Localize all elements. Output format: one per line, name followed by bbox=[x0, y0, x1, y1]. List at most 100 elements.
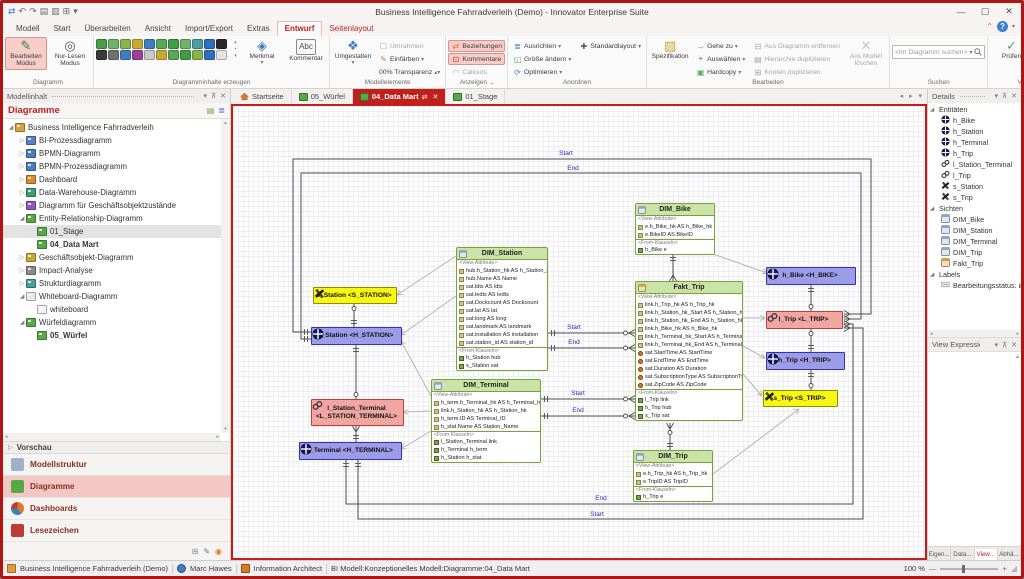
reference-line[interactable] bbox=[397, 256, 456, 295]
create-tool-icon-17[interactable] bbox=[156, 50, 167, 60]
standardlayout-button[interactable]: ✚ Standardlayout ▾ bbox=[576, 40, 644, 52]
details-tab-view-[interactable]: View... bbox=[975, 549, 998, 560]
print-icon[interactable]: ⊞ bbox=[63, 6, 71, 17]
view-box-dim_bike[interactable]: DIM_Bike<View-Attribute>e.h_Bike_hk AS h… bbox=[635, 203, 715, 255]
zoom-slider-thumb[interactable] bbox=[962, 565, 965, 573]
panel-dropdown-icon[interactable]: ▾ bbox=[203, 92, 207, 100]
tree-collapsed-icon[interactable]: ▷ bbox=[18, 202, 26, 209]
view-box-fakt_trip[interactable]: Fakt_Trip<View-Attribute>link.h_Trip_hk … bbox=[635, 281, 743, 421]
entity-node-l_station_terminal[interactable]: l_Station_Terminal <L_STATION_TERMINAL> bbox=[311, 399, 404, 426]
details-item-dim-terminal[interactable]: DIM_Terminal bbox=[928, 236, 1021, 247]
details-tab-data-[interactable]: Data... bbox=[951, 549, 974, 560]
create-tool-icon-18[interactable] bbox=[168, 50, 179, 60]
view-box-dim_terminal[interactable]: DIM_Terminal<View-Attribute>h_term.h_Ter… bbox=[431, 379, 541, 463]
details-item-s-station[interactable]: s_Station bbox=[928, 181, 1021, 192]
tree-collapsed-icon[interactable]: ▷ bbox=[18, 163, 26, 170]
viewer-close-icon[interactable]: ✕ bbox=[1011, 341, 1017, 349]
diagram-search-input[interactable]: <Im Diagramm suchen> ▾ bbox=[892, 45, 986, 59]
details-item-h-station[interactable]: h_Station bbox=[928, 126, 1021, 137]
viewer-pin-icon[interactable]: ⊼ bbox=[1002, 341, 1007, 349]
create-tool-icon-6[interactable] bbox=[156, 39, 167, 49]
reference-line[interactable] bbox=[401, 296, 456, 335]
sidebar-nav-diagramme[interactable]: Diagramme bbox=[3, 476, 230, 498]
undo-icon[interactable]: ↶ bbox=[19, 6, 27, 17]
umgestalten-button[interactable]: ❖ Umgestalten ▾ bbox=[332, 37, 374, 69]
document-tab-04-data-mart[interactable]: 04_Data Mart⇄✕ bbox=[353, 89, 446, 104]
create-tool-icon-10[interactable] bbox=[204, 39, 215, 49]
entity-node-l_trip[interactable]: l_Trip <L_TRIP> bbox=[766, 311, 843, 329]
tree-item-bpmn-diagramm[interactable]: ▷BPMN-Diagramm bbox=[3, 147, 230, 160]
vorschau-section-header[interactable]: ▷ Vorschau bbox=[3, 441, 230, 454]
bearbeiten-modus-button[interactable]: ✎ Bearbeiten Modus bbox=[5, 37, 47, 70]
create-tool-icon-9[interactable] bbox=[192, 39, 203, 49]
list-view-icon[interactable]: ≣ bbox=[218, 106, 225, 115]
details-item-h-trip[interactable]: h_Trip bbox=[928, 148, 1021, 159]
edit-icon[interactable]: ✎ bbox=[203, 547, 210, 556]
callouts-toggle[interactable]: ◠ Callouts bbox=[448, 66, 505, 78]
document-tab-01-stage[interactable]: 01_Stage bbox=[446, 89, 505, 104]
icon-grid-scrollbar[interactable]: ▴▪▾ bbox=[232, 37, 239, 59]
tree-expanded-icon[interactable]: ◢ bbox=[18, 319, 26, 326]
create-tool-icon-21[interactable] bbox=[204, 50, 215, 60]
details-tab-abh-[interactable]: Abhä... bbox=[998, 549, 1021, 560]
create-tool-icon-22[interactable] bbox=[216, 50, 227, 60]
tree-horizontal-scrollbar[interactable]: ◂▸ bbox=[3, 433, 221, 441]
details-tab-eigen-[interactable]: Eigen... bbox=[928, 549, 951, 560]
dialog-launcher-icon[interactable]: ⌐ bbox=[490, 78, 494, 88]
tree-item-04-data-mart[interactable]: 04_Data Mart bbox=[3, 238, 230, 251]
zoom-slider[interactable] bbox=[940, 568, 998, 570]
aus-modell-loeschen-button[interactable]: ✕ Aus Modell löschen bbox=[845, 37, 887, 70]
close-button[interactable]: ✕ bbox=[997, 4, 1021, 20]
status-user-name[interactable]: Marc Hawes bbox=[190, 564, 232, 573]
nur-lesen-modus-button[interactable]: ◎ Nur-Lesen Modus bbox=[49, 37, 91, 70]
create-tool-icon-5[interactable] bbox=[144, 39, 155, 49]
tree-collapsed-icon[interactable]: ▷ bbox=[18, 176, 26, 183]
maximize-button[interactable]: ▢ bbox=[973, 4, 997, 20]
panel-pin-icon[interactable]: ⊼ bbox=[211, 92, 216, 100]
ribbon-collapse-icon[interactable]: ⌃ bbox=[986, 22, 993, 31]
groesse-aendern-button[interactable]: ◱ Größe ändern ▾ bbox=[510, 53, 574, 65]
entity-node-h_bike[interactable]: h_Bike <H_BIKE> bbox=[766, 267, 856, 285]
ribbon-tab-import-export[interactable]: Import/Export bbox=[178, 22, 240, 36]
panel-close-icon[interactable]: ✕ bbox=[220, 92, 226, 100]
optimieren-button[interactable]: ⟳ Optimieren ▾ bbox=[510, 66, 574, 78]
details-horizontal-scrollbar[interactable]: ◂▸ bbox=[928, 330, 1021, 337]
user-presence-icon[interactable]: ◉ bbox=[215, 547, 222, 556]
umrahmen-checkbox[interactable]: ☐ Umrahmen bbox=[376, 40, 443, 52]
document-tab-startseite[interactable]: Startseite bbox=[233, 89, 292, 104]
tree-expanded-icon[interactable]: ◢ bbox=[7, 124, 15, 131]
details-dropdown-icon[interactable]: ▾ bbox=[994, 92, 998, 100]
tree-item-whiteboard[interactable]: whiteboard bbox=[3, 303, 230, 316]
details-item-bearbeitungsstatus-in-arb[interactable]: Bearbeitungsstatus: in Arb bbox=[928, 280, 1021, 291]
tree-item-bpmn-prozessdiagramm[interactable]: ▷BPMN-Prozessdiagramm bbox=[3, 160, 230, 173]
help-icon[interactable]: ? bbox=[997, 21, 1008, 32]
paste-icon[interactable]: ▥ bbox=[51, 6, 60, 17]
tree-item-gesch-ftsobjekt-diagramm[interactable]: ▷Geschäftsobjekt-Diagramm bbox=[3, 251, 230, 264]
sync-icon[interactable]: ⇄ bbox=[8, 6, 16, 17]
status-role[interactable]: Information Architect bbox=[254, 564, 322, 573]
tree-item-w-rfeldiagramm[interactable]: ◢Würfeldiagramm bbox=[3, 316, 230, 329]
details-section-sichten[interactable]: ◢Sichten bbox=[928, 203, 1021, 214]
entity-node-h_trip[interactable]: h_Trip <H_TRIP> bbox=[766, 352, 845, 370]
pruefen-button[interactable]: ✓ Prüfen bbox=[990, 37, 1021, 62]
copy-icon[interactable]: ▤ bbox=[40, 6, 49, 17]
create-tool-icon-2[interactable] bbox=[108, 39, 119, 49]
tree-expanded-icon[interactable]: ◢ bbox=[18, 215, 26, 222]
tree-item-dashboard[interactable]: ▷Dashboard bbox=[3, 173, 230, 186]
qat-more-icon[interactable]: ▾ bbox=[73, 6, 78, 17]
tree-collapsed-icon[interactable]: ▷ bbox=[18, 254, 26, 261]
tree-item-business-intelligence-fahrradverleih[interactable]: ◢Business Intelligence Fahrradverleih bbox=[3, 121, 230, 134]
details-item-l-trip[interactable]: l_Trip bbox=[928, 170, 1021, 181]
zoom-out-button[interactable]: — bbox=[929, 564, 937, 573]
ausrichten-button[interactable]: ≣ Ausrichten ▾ bbox=[510, 40, 574, 52]
relationship-connector[interactable] bbox=[293, 159, 871, 332]
entity-node-s_trip[interactable]: s_Trip <S_TRIP> bbox=[763, 390, 838, 407]
tree-collapsed-icon[interactable]: ▷ bbox=[18, 280, 26, 287]
tab-close-icon[interactable]: ✕ bbox=[432, 93, 438, 101]
hierarchie-duplizieren-button[interactable]: ▤ Hierarchie duplizieren bbox=[750, 53, 843, 65]
aus-diagramm-entfernen-button[interactable]: ⊟ Aus Diagramm entfernen bbox=[750, 40, 843, 52]
tree-expanded-icon[interactable]: ◢ bbox=[18, 293, 26, 300]
sidebar-nav-dashboards[interactable]: Dashboards bbox=[3, 498, 230, 520]
gehe-zu-button[interactable]: → Gehe zu ▾ bbox=[693, 40, 748, 52]
search-dropdown-icon[interactable]: ▾ bbox=[969, 49, 972, 56]
